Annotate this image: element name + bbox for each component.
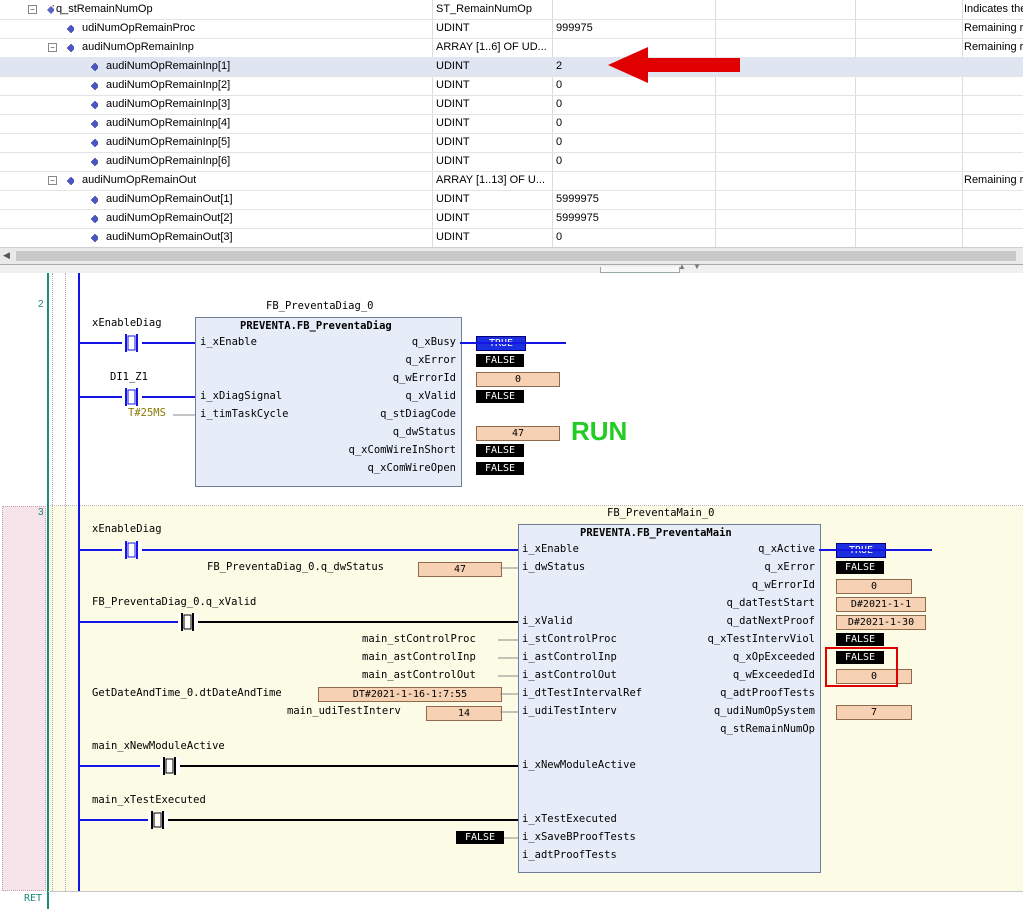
- watch-row[interactable]: − audiNumOpRemainOut ARRAY [1..13] OF U...…: [0, 171, 1023, 191]
- watch-cell-value: 0: [556, 136, 563, 148]
- watch-row[interactable]: audiNumOpRemainInp[4] UDINT 0: [0, 114, 1023, 134]
- scrollbar-thumb[interactable]: [16, 251, 1016, 261]
- watch-row[interactable]: − q_stRemainNumOp ST_RemainNumOp Indicates …: [0, 0, 1023, 20]
- horizontal-scrollbar[interactable]: ◀: [0, 247, 1023, 264]
- watch-cell-comment: Remaining r: [964, 41, 1023, 53]
- watch-cell-value: 5999975: [556, 212, 599, 224]
- watch-cell-expression: udiNumOpRemainProc: [82, 22, 196, 34]
- watch-cell-type: UDINT: [436, 79, 470, 91]
- collapse-toggle-icon[interactable]: −: [28, 5, 37, 14]
- watch-cell-expression: audiNumOpRemainOut[3]: [106, 231, 233, 243]
- watch-cell-type: UDINT: [436, 60, 470, 72]
- struct-variable-icon: [47, 5, 54, 14]
- collapse-down-icon[interactable]: ▼: [693, 262, 701, 271]
- watch-row[interactable]: audiNumOpRemainInp[5] UDINT 0: [0, 133, 1023, 153]
- watch-cell-expression: audiNumOpRemainInp[4]: [106, 117, 231, 129]
- watch-row[interactable]: audiNumOpRemainInp[1] UDINT 2: [0, 57, 1023, 77]
- variable-icon: [66, 43, 74, 52]
- watch-cell-type: UDINT: [436, 117, 470, 129]
- variable-icon: [90, 119, 98, 128]
- watch-row[interactable]: audiNumOpRemainInp[2] UDINT 0: [0, 76, 1023, 96]
- scroll-left-icon[interactable]: ◀: [3, 250, 10, 261]
- contact-newmodule[interactable]: [160, 757, 180, 775]
- watch-cell-expression: audiNumOpRemainOut: [82, 174, 197, 186]
- collapse-toggle-icon[interactable]: −: [48, 43, 57, 52]
- fbd-wires: [80, 334, 932, 839]
- watch-cell-expression: q_stRemainNumOp: [56, 3, 153, 15]
- watch-row[interactable]: audiNumOpRemainInp[6] UDINT 0: [0, 152, 1023, 172]
- annotation-highlight: [825, 647, 898, 687]
- variable-icon: [90, 157, 98, 166]
- watch-cell-type: UDINT: [436, 193, 470, 205]
- watch-row[interactable]: audiNumOpRemainOut[2] UDINT 5999975: [0, 209, 1023, 229]
- watch-cell-value: 0: [556, 98, 563, 110]
- watch-cell-value: 0: [556, 155, 563, 167]
- watch-cell-value: 5999975: [556, 193, 599, 205]
- watch-cell-type: ARRAY [1..6] OF UD...: [436, 41, 547, 53]
- watch-cell-expression: audiNumOpRemainInp: [82, 41, 194, 53]
- variable-icon: [90, 195, 98, 204]
- variable-icon: [90, 62, 98, 71]
- watch-cell-value: 2: [556, 60, 563, 72]
- watch-row[interactable]: − audiNumOpRemainInp ARRAY [1..6] OF UD...…: [0, 38, 1023, 58]
- variable-icon: [90, 233, 98, 242]
- watch-cell-expression: audiNumOpRemainOut[2]: [106, 212, 233, 224]
- watch-cell-expression: audiNumOpRemainInp[5]: [106, 136, 231, 148]
- fbd-editor: 2 3 RET FB_PreventaDiag_0 PREVENTA.FB_Pr…: [0, 273, 1023, 909]
- watch-cell-comment: Indicates the: [964, 3, 1023, 15]
- watch-cell-expression: audiNumOpRemainInp[1]: [106, 60, 231, 72]
- watch-cell-type: UDINT: [436, 98, 470, 110]
- watch-row[interactable]: audiNumOpRemainOut[3] UDINT 0: [0, 228, 1023, 247]
- annotation-arrow: [608, 47, 740, 83]
- watch-cell-expression: audiNumOpRemainInp[6]: [106, 155, 231, 167]
- variable-icon: [90, 100, 98, 109]
- variable-icon: [90, 214, 98, 223]
- contact-xenablediag[interactable]: [122, 334, 142, 352]
- watch-cell-type: UDINT: [436, 22, 470, 34]
- watch-row[interactable]: audiNumOpRemainInp[3] UDINT 0: [0, 95, 1023, 115]
- contact-xenablediag-main[interactable]: [122, 541, 142, 559]
- variable-icon: [90, 81, 98, 90]
- contact-testexecuted[interactable]: [148, 811, 168, 829]
- watch-row[interactable]: audiNumOpRemainOut[1] UDINT 5999975: [0, 190, 1023, 210]
- watch-row[interactable]: udiNumOpRemainProc UDINT 999975 Remaining r: [0, 19, 1023, 39]
- variable-icon: [66, 176, 74, 185]
- contact-xvalid[interactable]: [178, 613, 198, 631]
- watch-cell-type: ST_RemainNumOp: [436, 3, 532, 15]
- watch-cell-type: ARRAY [1..13] OF U...: [436, 174, 546, 186]
- watch-table: − q_stRemainNumOp ST_RemainNumOp Indicates …: [0, 0, 1023, 247]
- watch-cell-expression: audiNumOpRemainOut[1]: [106, 193, 233, 205]
- watch-cell-value: 0: [556, 231, 563, 243]
- variable-icon: [66, 24, 74, 33]
- watch-cell-comment: Remaining r: [964, 174, 1023, 186]
- collapse-toggle-icon[interactable]: −: [48, 176, 57, 185]
- watch-cell-value: 0: [556, 117, 563, 129]
- watch-cell-expression: audiNumOpRemainInp[2]: [106, 79, 231, 91]
- contact-di1-z1[interactable]: [122, 388, 142, 406]
- watch-cell-value: 999975: [556, 22, 593, 34]
- watch-cell-expression: audiNumOpRemainInp[3]: [106, 98, 231, 110]
- watch-cell-value: 0: [556, 79, 563, 91]
- watch-cell-type: UDINT: [436, 155, 470, 167]
- watch-cell-comment: Remaining r: [964, 22, 1023, 34]
- watch-cell-type: UDINT: [436, 136, 470, 148]
- variable-icon: [90, 138, 98, 147]
- watch-cell-type: UDINT: [436, 212, 470, 224]
- watch-cell-type: UDINT: [436, 231, 470, 243]
